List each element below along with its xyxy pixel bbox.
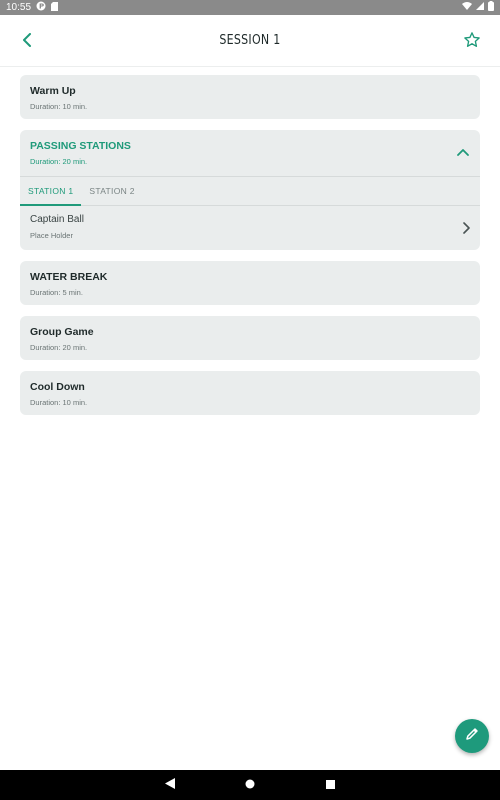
system-nav-bar [0,770,500,800]
activity-card-group-game[interactable]: Group Game Duration: 20 min. [20,316,480,360]
activity-duration: Duration: 5 min. [30,288,83,297]
activity-card-header[interactable]: Group Game Duration: 20 min. [20,316,480,360]
station-tabs: STATION 1 STATION 2 [20,176,480,206]
activity-card-header[interactable]: PASSING STATIONS Duration: 20 min. [20,130,480,176]
activity-card-cool-down[interactable]: Cool Down Duration: 10 min. [20,371,480,415]
sd-card-icon [51,1,59,14]
tab-station-1[interactable]: STATION 1 [20,177,82,206]
activity-duration: Duration: 20 min. [30,343,88,352]
status-time: 10:55 [6,2,32,13]
station-drill-item[interactable]: Captain Ball Place Holder [20,206,480,250]
activity-duration: Duration: 10 min. [30,398,88,407]
activity-card-header[interactable]: WATER BREAK Duration: 5 min. [20,261,480,305]
drill-subtitle: Place Holder [30,231,73,240]
battery-icon [488,1,494,14]
app-bar: SESSION 1 [0,15,500,67]
nav-home-icon [245,776,255,794]
drill-title: Captain Ball [30,214,84,225]
activity-title: WATER BREAK [30,271,108,283]
nav-recents-button[interactable] [323,778,337,792]
nav-back-button[interactable] [163,778,177,792]
chevron-right-icon [461,221,471,235]
activity-title: Warm Up [30,85,76,97]
star-outline-icon [463,31,481,54]
activity-card-water-break[interactable]: WATER BREAK Duration: 5 min. [20,261,480,305]
chevron-up-icon [457,143,469,161]
activity-title: Cool Down [30,381,85,393]
collapse-button[interactable] [456,146,470,158]
notification-p-icon: P [36,1,46,14]
activity-title: PASSING STATIONS [30,140,131,152]
page-title: SESSION 1 [219,33,281,48]
activity-card-passing-stations: PASSING STATIONS Duration: 20 min. STATI… [20,130,480,250]
nav-recents-icon [325,776,335,794]
back-arrow-icon [21,32,33,52]
favorite-button[interactable] [460,30,484,54]
svg-text:P: P [39,3,44,11]
activity-card-warm-up[interactable]: Warm Up Duration: 10 min. [20,75,480,119]
activity-duration: Duration: 20 min. [30,157,88,166]
pencil-icon [464,726,480,747]
signal-icon [476,2,484,13]
session-activity-list: Warm Up Duration: 10 min. PASSING STATIO… [20,75,480,426]
edit-fab-button[interactable] [455,719,489,753]
back-button[interactable] [16,31,38,53]
activity-duration: Duration: 10 min. [30,102,88,111]
activity-card-header[interactable]: Cool Down Duration: 10 min. [20,371,480,415]
activity-title: Group Game [30,326,94,338]
wifi-icon [462,2,472,13]
nav-home-button[interactable] [243,778,257,792]
tab-station-2[interactable]: STATION 2 [81,177,142,205]
nav-back-icon [165,776,175,794]
status-bar: 10:55 P [0,0,500,15]
activity-card-header[interactable]: Warm Up Duration: 10 min. [20,75,480,119]
